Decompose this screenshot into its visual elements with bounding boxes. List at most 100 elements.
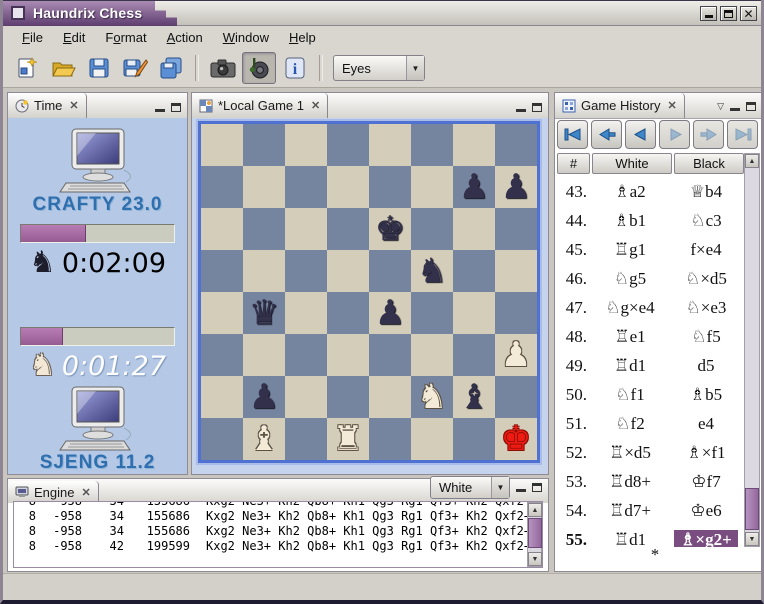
column-header-black[interactable]: Black	[674, 153, 744, 174]
window-maximize-button[interactable]	[720, 6, 737, 21]
black-bishop[interactable]: ♝	[453, 376, 495, 418]
board-square[interactable]	[327, 166, 369, 208]
step-backward-button[interactable]	[625, 120, 656, 149]
panel-maximize-icon[interactable]	[746, 102, 756, 111]
black-move[interactable]: ♔e6	[670, 496, 742, 525]
menu-item-file[interactable]: File	[13, 28, 52, 47]
engine-side-selector[interactable]: White ▼	[430, 476, 510, 499]
board-square[interactable]	[243, 124, 285, 166]
panel-maximize-icon[interactable]	[171, 103, 181, 112]
board-square[interactable]	[285, 418, 327, 460]
board-square[interactable]	[243, 208, 285, 250]
step-forward-button[interactable]	[659, 120, 690, 149]
panel-minimize-icon[interactable]	[730, 108, 740, 111]
go-to-start-button[interactable]	[557, 120, 588, 149]
go-to-end-button[interactable]	[727, 120, 758, 149]
black-move[interactable]: ♗b5	[670, 380, 742, 409]
board-square[interactable]	[327, 292, 369, 334]
scroll-up-icon[interactable]: ▲	[745, 154, 759, 168]
board-square[interactable]	[285, 124, 327, 166]
menu-item-help[interactable]: Help	[280, 28, 325, 47]
board-square[interactable]	[495, 292, 537, 334]
board-square[interactable]	[201, 166, 243, 208]
white-king-in-check[interactable]: ♚	[495, 418, 537, 460]
board-square[interactable]	[495, 208, 537, 250]
white-move[interactable]: ♘g×e4	[590, 293, 670, 322]
board-square[interactable]	[327, 208, 369, 250]
window-minimize-button[interactable]	[700, 6, 717, 21]
white-move[interactable]: ♘f2	[590, 409, 670, 438]
board-square[interactable]	[369, 166, 411, 208]
board-square[interactable]	[411, 292, 453, 334]
board-square[interactable]	[495, 124, 537, 166]
white-move[interactable]: ♘f1	[590, 380, 670, 409]
board-square[interactable]	[327, 376, 369, 418]
scroll-up-icon[interactable]: ▲	[528, 503, 542, 517]
white-move[interactable]: ♖e1	[590, 322, 670, 351]
white-move[interactable]: ♖g1	[590, 235, 670, 264]
black-pawn[interactable]: ♟	[243, 376, 285, 418]
open-button[interactable]	[46, 52, 80, 84]
white-knight[interactable]: ♞	[411, 376, 453, 418]
black-pawn[interactable]: ♟	[453, 166, 495, 208]
scroll-down-icon[interactable]: ▼	[745, 532, 759, 546]
close-icon[interactable]: ✕	[667, 99, 676, 112]
save-button[interactable]	[82, 52, 116, 84]
black-move[interactable]: ♔f7	[670, 467, 742, 496]
white-move[interactable]: ♗b1	[590, 206, 670, 235]
board-square[interactable]	[453, 292, 495, 334]
panel-maximize-icon[interactable]	[532, 103, 542, 112]
black-knight[interactable]: ♞	[411, 250, 453, 292]
info-button[interactable]: i	[278, 52, 312, 84]
close-icon[interactable]: ✕	[81, 486, 90, 499]
chess-board[interactable]: ♟ ♟ ♚ ♞ ♛ ♟ ♟ ♟ ♞ ♝ ♝ ♜ ♚	[196, 119, 542, 465]
board-square[interactable]	[243, 334, 285, 376]
board-square[interactable]	[327, 250, 369, 292]
board-square[interactable]	[495, 250, 537, 292]
tab-engine[interactable]: Engine ✕	[8, 481, 99, 503]
board-square[interactable]	[453, 334, 495, 376]
column-header-white[interactable]: White	[592, 153, 672, 174]
black-move[interactable]: ♘c3	[670, 206, 742, 235]
board-square[interactable]	[411, 208, 453, 250]
black-queen[interactable]: ♛	[243, 292, 285, 334]
board-square[interactable]	[285, 250, 327, 292]
white-move[interactable]: ♘g5	[590, 264, 670, 293]
chevron-down-icon[interactable]: ▼	[406, 56, 424, 80]
save-as-button[interactable]	[118, 52, 152, 84]
board-square[interactable]	[285, 166, 327, 208]
board-square[interactable]	[285, 292, 327, 334]
board-square[interactable]	[201, 334, 243, 376]
board-square[interactable]	[285, 376, 327, 418]
scroll-down-icon[interactable]: ▼	[528, 552, 542, 566]
board-square[interactable]	[369, 376, 411, 418]
board-square[interactable]	[369, 334, 411, 376]
white-move[interactable]: ♖d1	[590, 351, 670, 380]
board-square[interactable]	[243, 166, 285, 208]
black-move[interactable]: ♘f5	[670, 322, 742, 351]
column-header-number[interactable]: #	[557, 153, 590, 174]
board-square[interactable]	[243, 250, 285, 292]
black-move[interactable]: ♘×d5	[670, 264, 742, 293]
scrollbar-thumb[interactable]	[528, 518, 542, 548]
panel-maximize-icon[interactable]	[532, 483, 542, 492]
board-square[interactable]	[285, 334, 327, 376]
board-square[interactable]	[411, 124, 453, 166]
board-square[interactable]	[495, 376, 537, 418]
board-square[interactable]	[411, 166, 453, 208]
black-pawn[interactable]: ♟	[369, 292, 411, 334]
board-square[interactable]	[201, 250, 243, 292]
white-move[interactable]: ♖d8+	[590, 467, 670, 496]
board-square[interactable]	[201, 376, 243, 418]
black-move[interactable]: f×e4	[670, 235, 742, 264]
white-move[interactable]: ♖d7+	[590, 496, 670, 525]
menu-item-action[interactable]: Action	[158, 28, 212, 47]
board-square[interactable]	[201, 292, 243, 334]
black-pawn[interactable]: ♟	[495, 166, 537, 208]
snapshot-button[interactable]	[206, 52, 240, 84]
piece-set-selector[interactable]: Eyes ▼	[333, 55, 425, 81]
close-icon[interactable]: ✕	[311, 99, 320, 112]
white-move[interactable]: ♖×d5	[590, 438, 670, 467]
board-square[interactable]	[327, 124, 369, 166]
black-move[interactable]: d5	[670, 351, 742, 380]
